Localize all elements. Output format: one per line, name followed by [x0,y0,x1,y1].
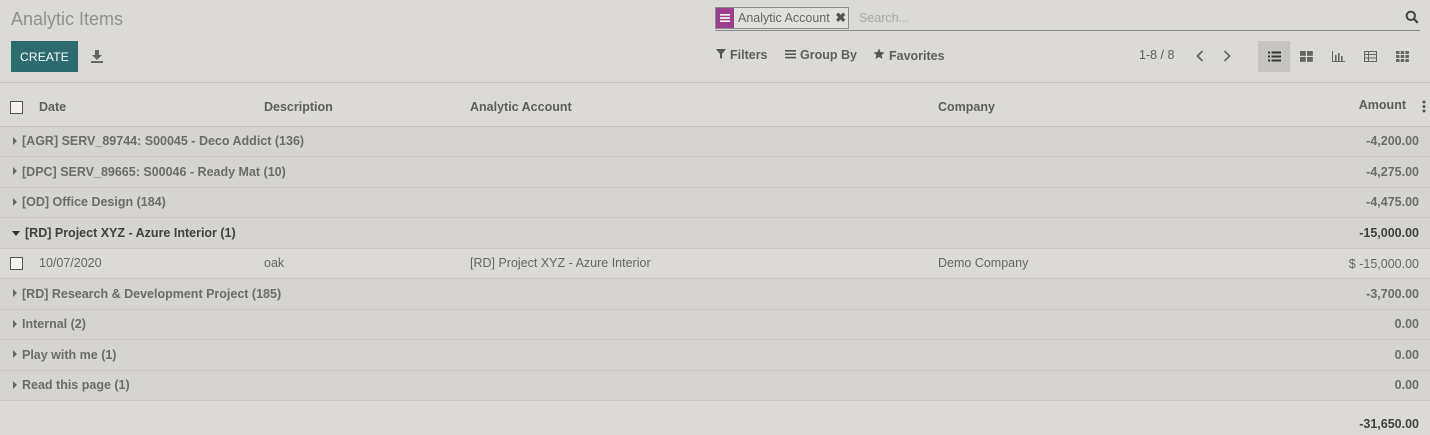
caret-right-icon [13,136,17,145]
search-input[interactable] [859,8,1389,28]
table-header: Date Description Analytic Account Compan… [0,88,1430,127]
graph-view-icon[interactable] [1322,41,1354,72]
group-label: Read this page (1) [22,378,130,393]
filters-button[interactable]: Filters [716,48,768,62]
view-switcher [1258,41,1418,72]
pivot-view-icon[interactable] [1354,41,1386,72]
select-all-checkbox[interactable] [0,88,39,127]
group-total: -4,475.00 [938,187,1430,218]
column-date[interactable]: Date [39,88,264,127]
caret-down-icon [12,230,20,236]
caret-right-icon [13,289,17,298]
caret-right-icon [13,319,17,328]
group-total: 0.00 [938,339,1430,371]
cell-company-amount: Demo Company $ -15,000.00 [938,248,1430,279]
favorites-label: Favorites [889,48,945,63]
search-facet: Analytic Account ✖ [715,7,849,29]
close-icon[interactable]: ✖ [834,8,848,28]
analytic-items-table: Date Description Analytic Account Compan… [0,88,1430,435]
cell-date: 10/07/2020 [39,248,264,279]
group-total: -3,700.00 [938,278,1430,310]
caret-right-icon [13,350,17,359]
group-total: 0.00 [938,370,1430,401]
table-footer: -31,650.00 [0,401,1430,435]
chevron-left-icon[interactable] [1193,48,1207,64]
group-label: [DPC] SERV_89665: S00046 - Ready Mat (10… [22,164,286,179]
group-row[interactable]: [DPC] SERV_89665: S00046 - Ready Mat (10… [0,156,1430,188]
column-amount: Amount [1358,98,1406,112]
group-label: [OD] Office Design (184) [22,195,166,210]
bars-icon [785,48,796,62]
grand-total: -31,650.00 [1359,416,1419,431]
group-total: -4,200.00 [938,126,1430,157]
column-analytic-account[interactable]: Analytic Account [470,88,938,127]
group-total: -4,275.00 [938,156,1430,188]
group-label: Internal (2) [22,317,86,332]
group-label: Play with me (1) [22,347,117,362]
search-bar: Analytic Account ✖ [715,6,1420,31]
control-panel: Analytic Items CREATE Analytic Account ✖… [0,0,1430,83]
caret-right-icon [13,167,17,176]
kanban-view-icon[interactable] [1290,41,1322,72]
favorites-button[interactable]: Favorites [873,48,945,63]
group-total: -15,000.00 [938,217,1430,249]
group-row-open[interactable]: [RD] Project XYZ - Azure Interior (1) -1… [0,217,1430,249]
table-row[interactable]: 10/07/2020 oak [RD] Project XYZ - Azure … [0,248,1430,279]
group-row[interactable]: Read this page (1) 0.00 [0,370,1430,401]
create-button[interactable]: CREATE [11,41,78,72]
group-row[interactable]: [OD] Office Design (184) -4,475.00 [0,187,1430,218]
caret-right-icon [13,197,17,206]
cell-analytic-account: [RD] Project XYZ - Azure Interior [470,248,938,279]
column-description[interactable]: Description [264,88,470,127]
group-total: 0.00 [938,309,1430,340]
list-view-icon[interactable] [1258,41,1290,72]
group-label: [AGR] SERV_89744: S00045 - Deco Addict (… [22,134,305,149]
group-row[interactable]: [RD] Research & Development Project (185… [0,278,1430,310]
chevron-right-icon[interactable] [1220,48,1234,64]
pager-value[interactable]: 1-8 / 8 [1139,48,1174,62]
group-by-label: Group By [800,48,857,62]
filter-icon [716,48,726,62]
group-row[interactable]: [AGR] SERV_89744: S00045 - Deco Addict (… [0,126,1430,157]
group-by-button[interactable]: Group By [785,48,857,62]
filters-label: Filters [730,48,768,62]
group-row[interactable]: Play with me (1) 0.00 [0,339,1430,371]
amount-header[interactable]: Amount [1330,88,1430,126]
group-label: [RD] Research & Development Project (185… [22,286,282,301]
star-icon [873,48,885,63]
cell-amount: $ -15,000.00 [1348,256,1419,271]
grid-view-icon[interactable] [1386,41,1418,72]
page-title: Analytic Items [11,9,124,29]
row-checkbox[interactable] [0,248,39,279]
cell-description: oak [264,248,470,279]
caret-right-icon [13,380,17,389]
optional-columns-icon[interactable] [1422,100,1426,116]
group-row[interactable]: Internal (2) 0.00 [0,309,1430,340]
group-by-icon [716,8,734,28]
download-icon[interactable] [88,47,106,65]
cell-company: Demo Company [938,256,1029,271]
facet-value: Analytic Account [738,11,830,25]
group-label: [RD] Project XYZ - Azure Interior (1) [25,225,236,240]
search-icon[interactable] [1405,10,1419,27]
